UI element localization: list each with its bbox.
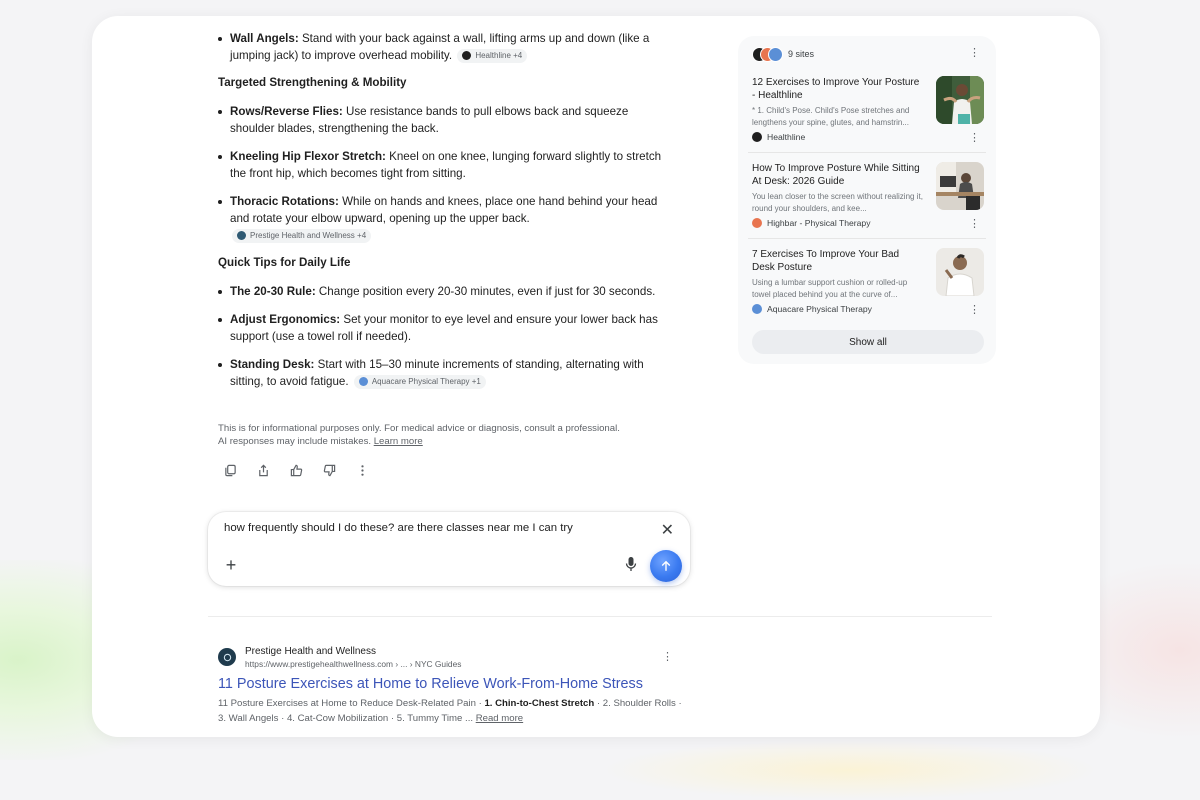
source-description: * 1. Child's Pose. Child's Pose stretche… [752,106,910,127]
aquacare-icon [768,47,783,62]
healthline-icon [752,132,762,142]
site-favicon [218,648,236,666]
sources-panel: 9 sites ⋮ 12 Exercises to Improve Your P… [738,36,996,364]
source-description: You lean closer to the screen without re… [752,192,923,213]
send-button[interactable] [650,550,682,582]
result-url[interactable]: https://www.prestigehealthwellness.com ›… [245,659,461,669]
source-description: Using a lumbar support cushion or rolled… [752,278,908,299]
item-label: Rows/Reverse Flies: [230,105,343,118]
list-item: Standing Desk: Start with 15–30 minute i… [218,356,670,390]
sites-count: 9 sites [788,49,815,59]
share-icon[interactable] [255,462,271,478]
list-item: Thoracic Rotations: While on hands and k… [218,193,662,244]
follow-up-input-box[interactable]: how frequently should I do these? are th… [208,512,690,586]
arrow-up-icon [661,560,671,571]
item-text: Change position every 20-30 minutes, eve… [315,285,656,298]
divider [208,616,992,617]
source-site: Healthline [752,132,805,142]
item-label: The 20-30 Rule: [230,285,316,298]
aquacare-icon [358,377,368,387]
background-glow-bottom [600,740,1100,800]
source-thumbnail [936,162,984,210]
source-chip[interactable]: Aquacare Physical Therapy +1 [353,374,486,389]
more-vert-icon[interactable]: ⋮ [969,46,980,59]
item-label: Standing Desk: [230,358,315,371]
more-vert-icon[interactable]: ⋮ [969,217,980,230]
list-item: Adjust Ergonomics: Set your monitor to e… [218,311,670,345]
feedback-actions [222,462,370,478]
divider [748,238,986,239]
source-chip[interactable]: Healthline +4 [457,48,528,63]
chip-label: Healthline +4 [475,50,523,60]
item-label: Kneeling Hip Flexor Stretch: [230,150,386,163]
item-label: Adjust Ergonomics: [230,313,341,326]
divider [748,152,986,153]
more-vert-icon[interactable] [354,462,370,478]
source-site: Highbar - Physical Therapy [752,218,871,228]
sources-header[interactable]: 9 sites [752,46,814,62]
source-site-name: Healthline [767,132,806,142]
list-item: The 20-30 Rule: Change position every 20… [218,283,670,300]
close-icon[interactable]: ✕ [661,520,674,540]
ai-disclaimer: This is for informational purposes only.… [218,422,668,448]
copy-icon[interactable] [222,462,238,478]
more-vert-icon[interactable]: ⋮ [662,650,673,663]
result-snippet: 11 Posture Exercises at Home to Reduce D… [218,696,688,726]
source-site-name: Aquacare Physical Therapy [767,304,872,314]
chip-label: Prestige Health and Wellness +4 [250,230,367,240]
disclaimer-line: This is for informational purposes only.… [218,423,620,434]
thumbs-down-icon[interactable] [321,462,337,478]
result-title-link[interactable]: 11 Posture Exercises at Home to Relieve … [218,676,643,692]
item-label: Wall Angels: [230,32,299,45]
prestige-health-icon [237,231,246,241]
thumbs-up-icon[interactable] [288,462,304,478]
list-item: Wall Angels: Stand with your back agains… [218,30,670,64]
highbar-icon [752,218,762,228]
follow-up-input[interactable]: how frequently should I do these? are th… [224,522,573,534]
snippet-text: 11 Posture Exercises at Home to Reduce D… [218,698,485,709]
source-site-name: Highbar - Physical Therapy [767,218,871,228]
snippet-highlight: 1. Chin-to-Chest Stretch [484,698,595,709]
source-title[interactable]: How To Improve Posture While Sitting At … [752,162,922,188]
source-title[interactable]: 12 Exercises to Improve Your Posture - H… [752,76,922,102]
source-site: Aquacare Physical Therapy [752,304,872,314]
list-item: Kneeling Hip Flexor Stretch: Kneel on on… [218,148,670,182]
add-button[interactable]: + [220,554,242,576]
result-site-name[interactable]: Prestige Health and Wellness [245,646,376,657]
list-item: Rows/Reverse Flies: Use resistance bands… [218,103,670,137]
disclaimer-line: AI responses may include mistakes. [218,436,374,447]
source-thumbnail [936,76,984,124]
aquacare-icon [752,304,762,314]
microphone-icon[interactable] [624,556,638,572]
learn-more-link[interactable]: Learn more [374,436,423,447]
more-vert-icon[interactable]: ⋮ [969,131,980,144]
item-label: Thoracic Rotations: [230,195,339,208]
section-heading: Quick Tips for Daily Life [218,256,351,269]
show-all-button[interactable]: Show all [752,330,984,354]
read-more-link[interactable]: Read more [476,713,523,724]
source-favicon-stack [752,47,783,62]
section-heading: Targeted Strengthening & Mobility [218,76,407,89]
healthline-icon [462,51,472,61]
source-title[interactable]: 7 Exercises To Improve Your Bad Desk Pos… [752,248,922,274]
chip-label: Aquacare Physical Therapy +1 [371,376,481,386]
source-chip[interactable]: Prestige Health and Wellness +4 [232,228,372,243]
search-results-card: Wall Angels: Stand with your back agains… [92,16,1100,737]
more-vert-icon[interactable]: ⋮ [969,303,980,316]
source-thumbnail [936,248,984,296]
